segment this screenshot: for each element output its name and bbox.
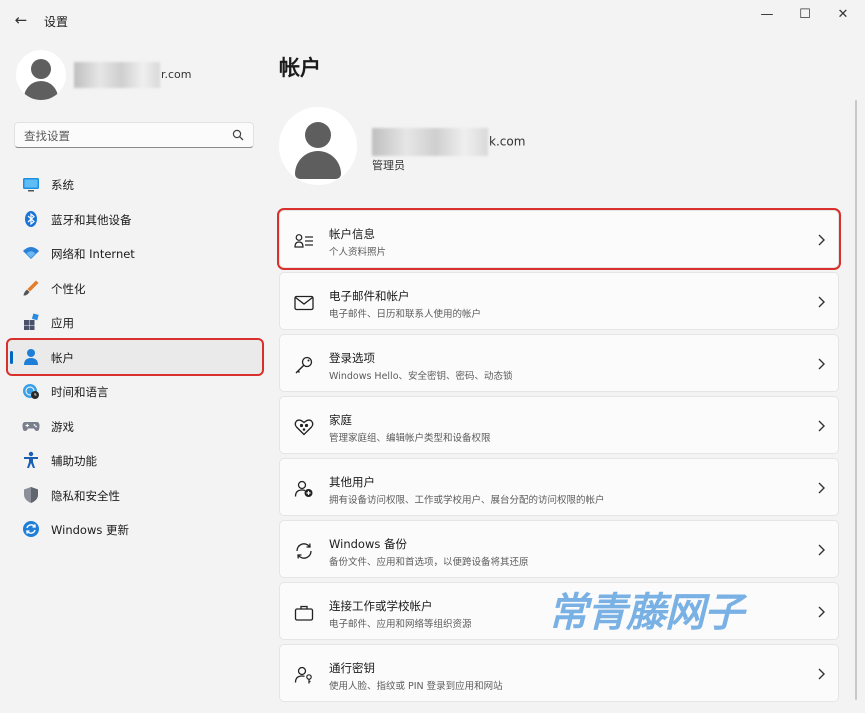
search-icon[interactable] <box>232 129 244 141</box>
mail-icon <box>294 295 314 311</box>
user-email: k.com <box>372 128 525 156</box>
chevron-right-icon <box>818 668 825 680</box>
sidebar-item-bluetooth[interactable]: 蓝牙和其他设备 <box>8 202 262 237</box>
card-subtitle: 个人资料照片 <box>329 247 387 258</box>
sidebar-item-network[interactable]: 网络和 Internet <box>8 236 262 271</box>
sidebar-item-privacy[interactable]: 隐私和安全性 <box>8 478 262 513</box>
bluetooth-icon <box>25 210 37 227</box>
key-icon <box>295 356 313 374</box>
sidebar-item-time-language[interactable]: 时间和语言 <box>8 374 262 409</box>
user-role: 管理员 <box>372 159 405 172</box>
card-subtitle: 电子邮件、日历和联系人使用的帐户 <box>329 309 482 320</box>
sidebar-item-gaming[interactable]: 游戏 <box>8 409 262 444</box>
search-input[interactable] <box>24 127 224 144</box>
card-title: 连接工作或学校帐户 <box>329 599 433 613</box>
card-family[interactable]: 家庭 管理家庭组、编辑帐户类型和设备权限 <box>279 396 839 454</box>
card-title: 登录选项 <box>329 351 375 365</box>
profile-email: r.com <box>74 62 192 88</box>
watermark: 常青藤网子 <box>548 590 744 636</box>
sidebar-item-accounts[interactable]: 帐户 <box>6 337 264 376</box>
user-avatar <box>279 107 357 185</box>
system-display-icon <box>23 178 39 192</box>
redacted-blur <box>372 128 488 156</box>
card-subtitle: 使用人脸、指纹或 PIN 登录到应用和网站 <box>329 681 503 692</box>
card-sign-in-options[interactable]: 登录选项 Windows Hello、安全密钥、密码、动态锁 <box>279 334 839 392</box>
card-subtitle: 拥有设备访问权限、工作或学校用户、展台分配的访问权限的帐户 <box>329 495 605 506</box>
apps-icon <box>24 313 39 330</box>
wifi-icon <box>23 247 39 259</box>
card-subtitle: 电子邮件、应用和网络等组织资源 <box>329 619 472 630</box>
sidebar-item-personalization[interactable]: 个性化 <box>8 271 262 306</box>
account-info-icon <box>294 234 313 248</box>
card-subtitle: 管理家庭组、编辑帐户类型和设备权限 <box>329 433 491 444</box>
back-button[interactable]: ← <box>10 9 32 31</box>
maximize-button[interactable]: ☐ <box>786 4 824 26</box>
shield-icon <box>24 486 38 503</box>
back-arrow-icon: ← <box>14 11 28 29</box>
page-title: 帐户 <box>279 56 321 80</box>
card-windows-backup[interactable]: Windows 备份 备份文件、应用和首选项，以便跨设备将其还原 <box>279 520 839 578</box>
avatar[interactable] <box>16 50 66 100</box>
sidebar-nav: 系统 蓝牙和其他设备 网络和 Internet 个性化 应用 帐户 时间和语言 … <box>6 167 264 547</box>
gamepad-icon <box>22 421 40 431</box>
update-icon <box>23 521 39 537</box>
scrollbar[interactable] <box>855 100 857 700</box>
card-subtitle: Windows Hello、安全密钥、密码、动态锁 <box>329 371 513 382</box>
chevron-right-icon <box>818 358 825 370</box>
card-title: Windows 备份 <box>329 537 407 551</box>
card-email-accounts[interactable]: 电子邮件和帐户 电子邮件、日历和联系人使用的帐户 <box>279 272 839 330</box>
globe-clock-icon <box>23 384 39 399</box>
sidebar-item-windows-update[interactable]: Windows 更新 <box>8 512 262 547</box>
sidebar-item-system[interactable]: 系统 <box>8 167 262 202</box>
chevron-right-icon <box>818 606 825 618</box>
selection-indicator <box>10 350 13 364</box>
add-user-icon <box>294 480 313 497</box>
passkey-icon <box>294 666 312 684</box>
card-title: 帐户信息 <box>329 227 375 241</box>
briefcase-icon <box>294 605 314 621</box>
account-icon <box>24 348 38 365</box>
backup-icon <box>296 543 312 559</box>
card-title: 通行密钥 <box>329 661 375 675</box>
card-other-users[interactable]: 其他用户 拥有设备访问权限、工作或学校用户、展台分配的访问权限的帐户 <box>279 458 839 516</box>
search-box[interactable] <box>14 122 254 148</box>
redacted-blur <box>74 62 160 88</box>
card-title: 其他用户 <box>329 475 375 489</box>
sidebar-item-apps[interactable]: 应用 <box>8 305 262 340</box>
title-bar: ← 设置 — ☐ ✕ <box>0 0 865 40</box>
chevron-right-icon <box>818 420 825 432</box>
minimize-button[interactable]: — <box>748 4 786 26</box>
chevron-right-icon <box>818 544 825 556</box>
family-heart-icon <box>294 419 314 436</box>
card-passkeys[interactable]: 通行密钥 使用人脸、指纹或 PIN 登录到应用和网站 <box>279 644 839 702</box>
paintbrush-icon <box>23 280 39 296</box>
close-button[interactable]: ✕ <box>824 4 862 26</box>
chevron-right-icon <box>818 482 825 494</box>
chevron-right-icon <box>818 296 825 308</box>
accessibility-icon <box>24 451 38 468</box>
chevron-right-icon <box>818 234 825 246</box>
card-subtitle: 备份文件、应用和首选项，以便跨设备将其还原 <box>329 557 529 568</box>
card-title: 家庭 <box>329 413 352 427</box>
card-account-info[interactable]: 帐户信息 个人资料照片 <box>277 208 841 270</box>
card-title: 电子邮件和帐户 <box>329 289 410 303</box>
sidebar-item-accessibility[interactable]: 辅助功能 <box>8 443 262 478</box>
app-title: 设置 <box>44 15 69 29</box>
